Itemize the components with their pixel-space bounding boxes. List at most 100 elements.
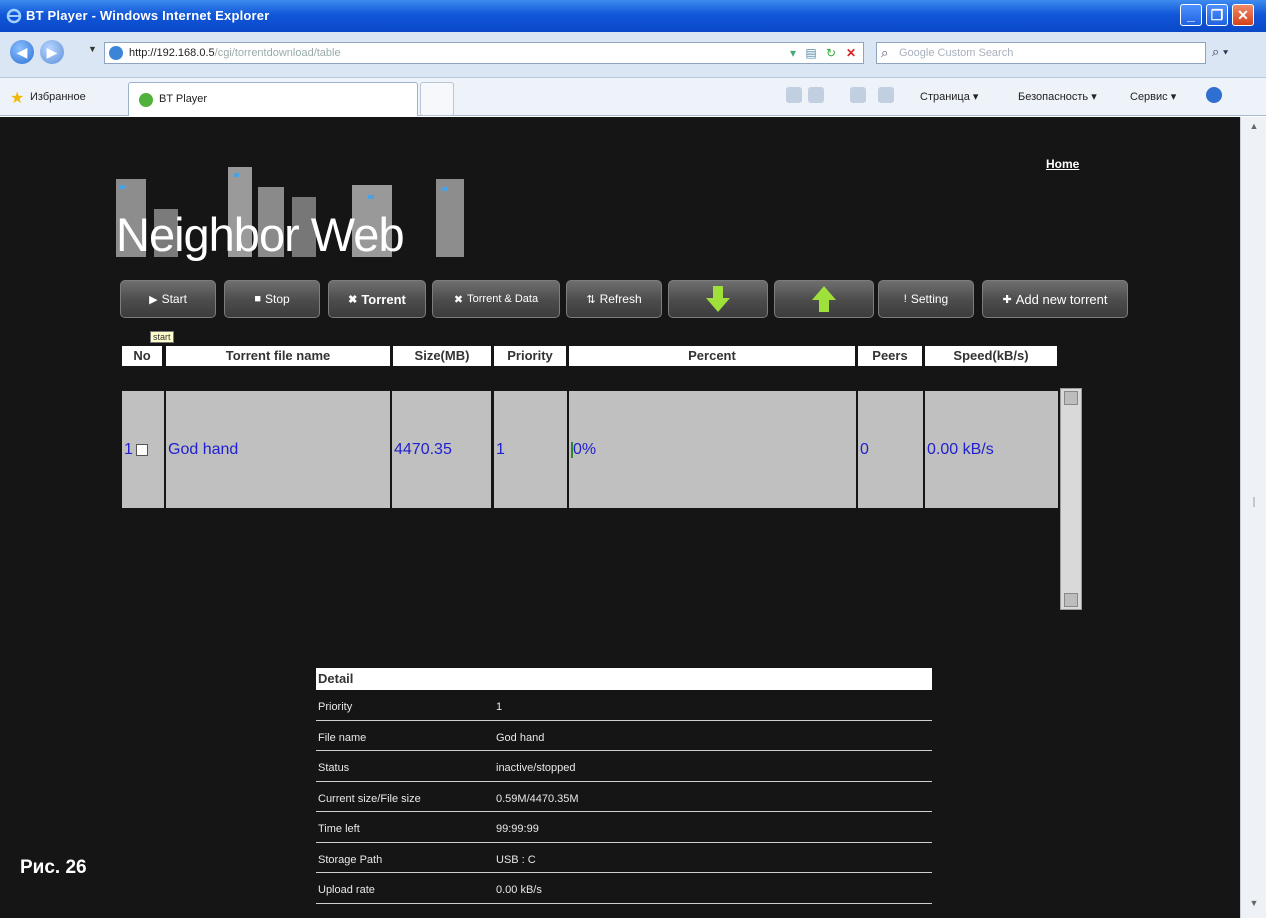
scroll-thumb-grip[interactable] <box>1253 497 1255 507</box>
print-icon[interactable] <box>878 87 894 103</box>
header-percent: Percent <box>569 346 855 366</box>
down-arrow-icon <box>706 286 730 312</box>
tab-bt-player[interactable]: BT Player <box>128 82 418 116</box>
internet-explorer-icon <box>6 8 22 24</box>
table-row-no: 1 <box>122 391 164 508</box>
detail-row-priority: Priority 1 <box>316 690 932 721</box>
menu-page[interactable]: Страница ▾ <box>920 90 978 103</box>
detail-value: 1 <box>496 701 503 713</box>
setting-button[interactable]: ! Setting <box>878 280 974 318</box>
detail-key: Priority <box>318 701 353 713</box>
detail-key: File name <box>318 731 367 744</box>
row-name[interactable]: God hand <box>166 391 390 508</box>
scroll-down-arrow-icon[interactable] <box>1064 593 1078 607</box>
detail-row-upload-rate: Upload rate 0.00 kB/s <box>316 873 932 904</box>
delete-data-icon: ✖ <box>453 293 464 306</box>
minimize-button[interactable]: _ <box>1180 4 1202 26</box>
row-speed: 0.00 kB/s <box>925 391 1058 508</box>
delete-icon: ✖ <box>348 293 358 306</box>
add-new-torrent-label: Add new torrent <box>1015 291 1108 307</box>
row-peers: 0 <box>858 391 923 508</box>
window-title: BT Player - Windows Internet Explorer <box>26 8 270 23</box>
logo-text: Neighbor Web <box>116 208 405 261</box>
tab-label: BT Player <box>159 93 208 105</box>
detail-key: Status <box>318 762 350 774</box>
plus-icon: ✚ <box>1002 293 1012 306</box>
header-speed: Speed(kB/s) <box>925 346 1057 366</box>
close-button[interactable]: ✕ <box>1232 4 1254 26</box>
home-icon[interactable] <box>786 87 802 103</box>
scroll-down-icon[interactable]: ▼ <box>1246 898 1262 914</box>
refresh-icon[interactable]: ↻ <box>823 45 839 61</box>
detail-value: USB : C <box>496 853 536 866</box>
row-priority: 1 <box>494 391 567 508</box>
home-link[interactable]: Home <box>1046 157 1079 171</box>
list-scrollbar[interactable] <box>1060 388 1082 610</box>
menu-security[interactable]: Безопасность ▾ <box>1018 90 1097 103</box>
row-percent-text: 0% <box>573 441 597 458</box>
start-label: Start <box>161 292 187 306</box>
favorites-label[interactable]: Избранное <box>30 91 86 103</box>
search-icon: ⌕ <box>881 45 889 60</box>
start-button[interactable]: ▶ Start <box>120 280 216 318</box>
new-tab-button[interactable] <box>420 82 454 116</box>
stop-button[interactable]: ■ Stop <box>224 280 320 318</box>
document-icon[interactable]: ▤ <box>803 45 819 61</box>
detail-key: Upload rate <box>318 884 375 896</box>
forward-button[interactable]: ▶ <box>40 40 64 64</box>
delete-torrent-button[interactable]: ✖ Torrent <box>328 280 426 318</box>
stop-icon[interactable]: ✕ <box>843 45 859 61</box>
detail-value: 99:99:99 <box>496 823 539 835</box>
page-icon <box>109 46 123 60</box>
header-no: No <box>122 346 162 366</box>
search-go-icon[interactable]: ⌕ ▾ <box>1212 44 1228 60</box>
search-input[interactable]: ⌕ Google Custom Search <box>876 42 1206 64</box>
detail-key: Storage Path <box>318 853 383 866</box>
address-toolbar: ◀ ▶ ▼ http://192.168.0.5/cgi/torrentdown… <box>0 32 1266 78</box>
help-icon[interactable] <box>1206 87 1222 103</box>
add-new-torrent-button[interactable]: ✚ Add new torrent <box>982 280 1128 318</box>
row-select-checkbox[interactable] <box>135 443 148 456</box>
scroll-up-icon[interactable]: ▲ <box>1246 121 1262 137</box>
browser-scrollbar[interactable]: ▲ ▼ <box>1240 117 1266 918</box>
url-host: http://192.168.0.5 <box>129 47 215 59</box>
back-button[interactable]: ◀ <box>10 40 34 64</box>
header-torrent-file-name: Torrent file name <box>166 346 390 366</box>
play-icon: ▶ <box>149 293 158 306</box>
address-input[interactable]: http://192.168.0.5/cgi/torrentdownload/t… <box>104 42 864 64</box>
row-size: 4470.35 <box>392 391 491 508</box>
stop-square-icon: ■ <box>254 293 261 305</box>
detail-value: 0.59M/4470.35M <box>496 792 579 805</box>
detail-value: 0.00 kB/s <box>496 884 542 896</box>
header-peers: Peers <box>858 346 922 366</box>
row-number: 1 <box>124 441 133 458</box>
move-up-button[interactable] <box>774 280 874 318</box>
favorites-bar: ★ Избранное BT Player Страница ▾ Безопас… <box>0 78 1266 116</box>
start-tooltip: start <box>150 331 174 343</box>
header-size: Size(MB) <box>393 346 491 366</box>
mail-icon[interactable] <box>850 87 866 103</box>
menu-tools[interactable]: Сервис ▾ <box>1130 90 1176 103</box>
delete-torrent-data-button[interactable]: ✖ Torrent & Data <box>432 280 560 318</box>
detail-row-storage-path: Storage Path USB : C <box>316 843 932 873</box>
detail-key: Current size/File size <box>318 792 421 805</box>
maximize-button[interactable]: ❐ <box>1206 4 1228 26</box>
tab-page-icon <box>139 93 153 107</box>
search-placeholder: Google Custom Search <box>899 47 1014 59</box>
detail-value: inactive/stopped <box>496 762 576 774</box>
refresh-arrows-icon: ⇅ <box>586 293 596 306</box>
refresh-button[interactable]: ⇅ Refresh <box>566 280 662 318</box>
figure-caption: Рис. 26 <box>20 857 87 878</box>
move-down-button[interactable] <box>668 280 768 318</box>
scroll-up-arrow-icon[interactable] <box>1064 391 1078 405</box>
detail-title: Detail <box>316 668 932 690</box>
stop-label: Stop <box>264 292 290 306</box>
favorites-star-icon[interactable]: ★ <box>10 88 24 108</box>
url-path: /cgi/torrentdownload/table <box>214 47 341 59</box>
feeds-icon[interactable] <box>808 87 824 103</box>
detail-row-file-name: File name God hand <box>316 721 932 751</box>
setting-label: Setting <box>910 292 949 306</box>
history-dropdown-icon[interactable]: ▼ <box>88 44 97 54</box>
compatibility-icon[interactable]: ▾ <box>785 45 801 61</box>
setting-icon: ! <box>903 293 907 305</box>
